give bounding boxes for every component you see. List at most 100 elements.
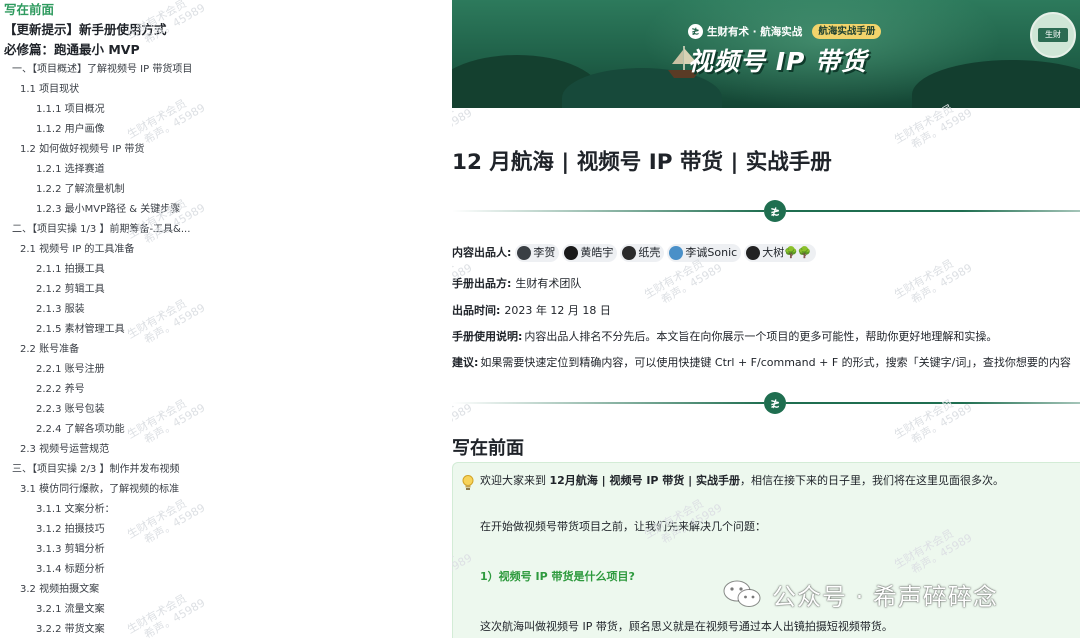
producer-label: 手册出品方: (452, 277, 512, 290)
toc-item[interactable]: 2.2 账号准备 (0, 340, 79, 360)
contributors-row: 内容出品人: 李贺 黄皓宇 纸壳 李诚Sonic 大树 🌳🌳 (452, 243, 819, 263)
banner-brand-text: 生财有术 · 航海实战 (707, 25, 803, 38)
toc-item[interactable]: 1.2.2 了解流量机制 (0, 180, 125, 200)
toc-item[interactable]: 2.3 视频号运营规范 (0, 440, 109, 460)
section-divider: ≵ (452, 392, 1080, 414)
contributor-chip[interactable]: 大树 🌳🌳 (744, 244, 816, 262)
toc-item[interactable]: 3.2.1 流量文案 (0, 600, 105, 620)
banner-brand: ≵ 生财有术 · 航海实战 航海实战手册 (688, 22, 882, 40)
banner-title: 视频号 IP 带货 (688, 47, 868, 76)
watermark-line: 希声。45989 (658, 261, 725, 307)
toc-item[interactable]: 一、【项目概述】了解视频号 IP 带货项目 (0, 60, 192, 80)
toc-item[interactable]: 2.1 视频号 IP 的工具准备 (0, 240, 134, 260)
callout-intro-bold: 12月航海 | 视频号 IP 带货 | 实战手册 (549, 474, 740, 487)
callout-intro: 欢迎大家来到 12月航海 | 视频号 IP 带货 | 实战手册，相信在接下来的日… (480, 471, 1004, 491)
toc-item[interactable]: 2.1.2 剪辑工具 (0, 280, 105, 300)
banner-badge: 生财 (1030, 12, 1076, 58)
wechat-overlay: 公众号 · 希声碎碎念 (722, 574, 998, 614)
watermark: 生财有术会员希声。45989 (125, 585, 207, 638)
watermark-line: 希声。45989 (141, 501, 208, 547)
toc-item[interactable]: 3.1.3 剪辑分析 (0, 540, 105, 560)
toc-item[interactable]: 3.1.2 拍摄技巧 (0, 520, 105, 540)
contributors-list: 李贺 黄皓宇 纸壳 李诚Sonic 大树 🌳🌳 (515, 244, 818, 262)
watermark-line: 生财有术会员 (892, 257, 956, 302)
toc-item[interactable]: 【更新提示】新手册使用方式 (0, 20, 167, 40)
watermark-line: 生财有术会员 (125, 397, 189, 442)
toc-item[interactable]: 2.2.4 了解各项功能 (0, 420, 125, 440)
advice-value: 如果需要快速定位到精确内容，可以使用快捷键 Ctrl + F/command +… (480, 356, 1071, 369)
date-value: 2023 年 12 月 18 日 (504, 304, 611, 317)
toc-item[interactable]: 写在前面 (0, 0, 54, 20)
toc-item[interactable]: 1.2 如何做好视频号 IP 带货 (0, 140, 144, 160)
divider-line (452, 210, 764, 212)
cover-banner: ≵ 生财有术 · 航海实战 航海实战手册 视频号 IP 带货 生财 (452, 0, 1080, 108)
producer-row: 手册出品方: 生财有术团队 (452, 274, 581, 294)
contributor-chip[interactable]: 黄皓宇 (562, 244, 618, 262)
divider-line (452, 402, 764, 404)
toc-item[interactable]: 3.2.2 带货文案 (0, 620, 105, 638)
divider-coin-icon: ≵ (764, 200, 786, 222)
section-divider: ≵ (452, 200, 1080, 222)
toc-item[interactable]: 3.1 模仿同行爆款，了解视频的标准 (0, 480, 179, 500)
toc-item[interactable]: 3.2 视频拍摄文案 (0, 580, 99, 600)
toc-item[interactable]: 3.1.1 文案分析： (0, 500, 115, 520)
watermark-line: 生财有术会员 (125, 297, 189, 342)
toc-item[interactable]: 1.1.2 用户画像 (0, 120, 105, 140)
banner-tag: 航海实战手册 (812, 23, 882, 39)
toc-item[interactable]: 2.1.1 拍摄工具 (0, 260, 105, 280)
toc-item[interactable]: 二、【项目实操 1/3 】前期筹备-工具&... (0, 220, 190, 240)
divider-line (786, 402, 1080, 404)
contributor-chip[interactable]: 李诚Sonic (667, 244, 742, 262)
contributor-chip[interactable]: 纸壳 (620, 244, 665, 262)
contributor-name: 李贺 (533, 246, 556, 259)
watermark-line: 希声。45989 (141, 401, 208, 447)
lightbulb-icon (462, 475, 474, 490)
divider-coin-icon: ≵ (764, 392, 786, 414)
toc-item[interactable]: 1.2.3 最小MVP路径 & 关键步骤 (0, 200, 180, 220)
toc-item[interactable]: 3.1.4 标题分析 (0, 560, 105, 580)
advice-label: 建议: (452, 356, 479, 369)
contributor-chip[interactable]: 李贺 (515, 244, 560, 262)
date-label: 出品时间: (452, 304, 501, 317)
tree-emoji: 🌳🌳 (784, 246, 812, 259)
section-heading: 写在前面 (452, 438, 524, 459)
wechat-icon (723, 580, 761, 607)
callout-question: 1）视频号 IP 带货是什么项目? (480, 570, 635, 583)
document-title: 12 月航海 | 视频号 IP 带货 | 实战手册 (452, 150, 832, 175)
callout-intro-pre: 欢迎大家来到 (480, 474, 550, 487)
toc-item[interactable]: 2.2.1 账号注册 (0, 360, 105, 380)
contributor-name: 李诚Sonic (685, 246, 738, 259)
watermark: 生财有术会员希声。45989 (125, 390, 207, 453)
toc-item[interactable]: 2.1.3 服装 (0, 300, 85, 320)
toc-item[interactable]: 1.1.1 项目概况 (0, 100, 105, 120)
watermark-line: 希声。45989 (141, 301, 208, 347)
divider-line (786, 210, 1080, 212)
toc-item[interactable]: 1.1 项目现状 (0, 80, 79, 100)
toc-item[interactable]: 必修篇：跑通最小 MVP (0, 40, 140, 60)
watermark-line: 生财有术会员 (125, 592, 189, 637)
toc-item[interactable]: 三、【项目实操 2/3 】制作并发布视频 (0, 460, 179, 480)
avatar (669, 246, 684, 260)
wechat-account-name: 公众号 · 希声碎碎念 (772, 582, 998, 611)
contributor-name: 黄皓宇 (580, 246, 614, 259)
contributor-name: 大树 (762, 246, 785, 259)
toc-item[interactable]: 1.2.1 选择赛道 (0, 160, 105, 180)
avatar (622, 246, 637, 260)
avatar (517, 246, 532, 260)
avatar (746, 246, 761, 260)
brand-logo-icon: ≵ (688, 23, 703, 39)
toc-item[interactable]: 2.2.2 养号 (0, 380, 85, 400)
avatar (564, 246, 579, 260)
toc-item[interactable]: 2.1.5 素材管理工具 (0, 320, 125, 340)
watermark: 生财有术会员希声。45989 (125, 290, 207, 353)
toc-item[interactable]: 2.2.3 账号包装 (0, 400, 105, 420)
banner-badge-text: 生财 (1038, 28, 1068, 42)
usage-label: 手册使用说明: (452, 330, 523, 343)
usage-value: 内容出品人排名不分先后。本文旨在向你展示一个项目的更多可能性，帮助你更好地理解和… (524, 330, 998, 343)
watermark-line: 希声。45989 (908, 106, 975, 152)
watermark-line: 希声。45989 (141, 596, 208, 638)
callout-line: 在开始做视频号带货项目之前，让我们先来解决几个问题： (480, 520, 766, 533)
advice-row: 建议: 如果需要快速定位到精确内容，可以使用快捷键 Ctrl + F/comma… (452, 353, 1071, 373)
document-content: ≵ 生财有术 · 航海实战 航海实战手册 视频号 IP 带货 生财 12 月航海… (452, 0, 1080, 638)
contributors-label: 内容出品人: (452, 246, 512, 259)
